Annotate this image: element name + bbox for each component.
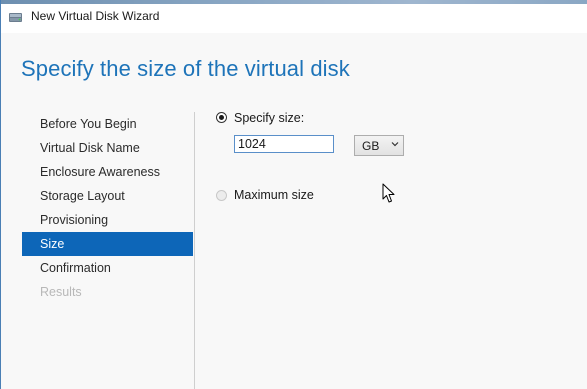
window-title: New Virtual Disk Wizard bbox=[31, 9, 160, 23]
nav-item-enclosure-awareness[interactable]: Enclosure Awareness bbox=[22, 160, 193, 184]
nav-divider bbox=[194, 112, 195, 389]
size-input[interactable] bbox=[234, 135, 334, 153]
mouse-pointer-icon bbox=[382, 183, 395, 203]
title-bar[interactable]: New Virtual Disk Wizard bbox=[1, 0, 587, 33]
wizard-step-nav: Before You Begin Virtual Disk Name Enclo… bbox=[22, 112, 193, 304]
nav-item-before-you-begin[interactable]: Before You Begin bbox=[22, 112, 193, 136]
specify-size-label[interactable]: Specify size: bbox=[234, 111, 304, 125]
maximum-size-radio bbox=[216, 190, 227, 201]
virtual-disk-wizard-icon bbox=[9, 13, 22, 22]
nav-item-confirmation[interactable]: Confirmation bbox=[22, 256, 193, 280]
wizard-window: New Virtual Disk Wizard Specify the size… bbox=[0, 0, 587, 389]
title-bar-top-strip bbox=[1, 0, 587, 4]
nav-item-size[interactable]: Size bbox=[22, 232, 193, 256]
size-unit-value: GB bbox=[362, 139, 380, 153]
nav-item-virtual-disk-name[interactable]: Virtual Disk Name bbox=[22, 136, 193, 160]
specify-size-radio[interactable] bbox=[216, 112, 227, 123]
nav-item-provisioning[interactable]: Provisioning bbox=[22, 208, 193, 232]
nav-item-results: Results bbox=[40, 285, 82, 299]
size-unit-select[interactable]: GB bbox=[354, 135, 404, 156]
nav-item-storage-layout[interactable]: Storage Layout bbox=[22, 184, 193, 208]
page-title: Specify the size of the virtual disk bbox=[21, 56, 350, 81]
maximum-size-label: Maximum size bbox=[234, 188, 314, 202]
chevron-down-icon bbox=[391, 142, 399, 147]
